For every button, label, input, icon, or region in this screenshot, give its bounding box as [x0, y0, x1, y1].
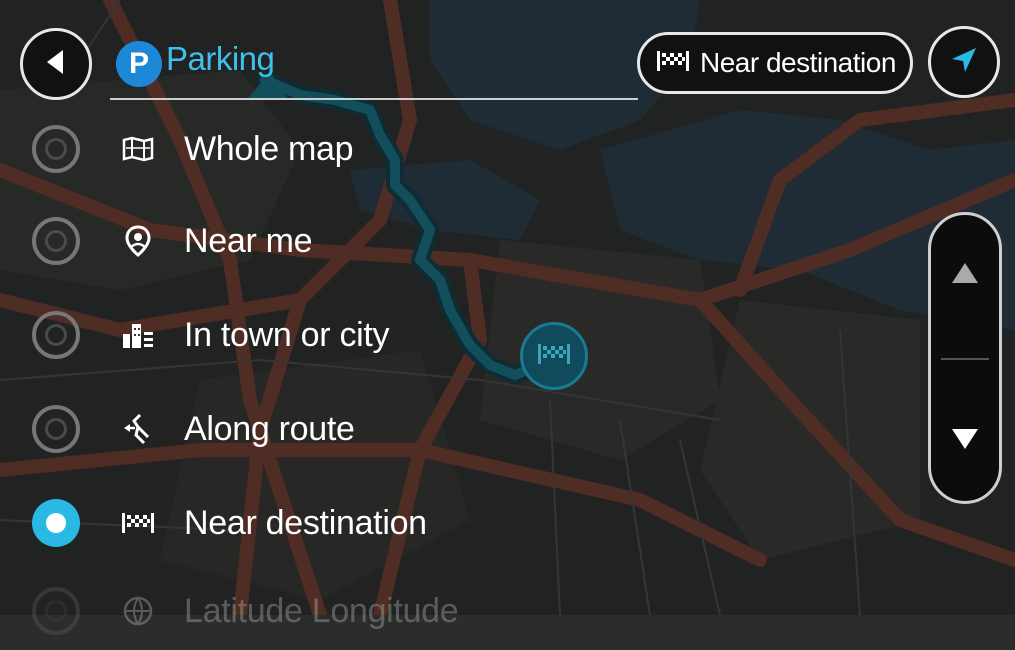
search-query-text[interactable]: Parking [166, 40, 275, 78]
option-near-me[interactable]: Near me [20, 202, 900, 280]
chevron-down-icon [950, 427, 980, 456]
checkered-flag-icon [656, 50, 690, 77]
globe-icon [118, 591, 158, 631]
radio-button[interactable] [32, 587, 80, 635]
option-along-route[interactable]: Along route [20, 390, 900, 468]
radio-button[interactable] [32, 217, 80, 265]
option-label: Near destination [184, 503, 427, 542]
list-scroll-control [928, 212, 1002, 504]
option-label: In town or city [184, 315, 390, 354]
scroll-down-button[interactable] [931, 381, 999, 501]
location-pin-icon [118, 221, 158, 261]
filter-label: Near destination [700, 47, 896, 78]
option-label: Along route [184, 409, 355, 448]
radio-button[interactable] [32, 405, 80, 453]
chevron-up-icon [950, 261, 980, 290]
current-location-button[interactable] [928, 26, 1000, 98]
checkered-flag-icon [118, 503, 158, 543]
scroll-divider [941, 358, 989, 360]
scroll-up-button[interactable] [931, 215, 999, 335]
radio-button-selected[interactable] [32, 499, 80, 547]
whole-map-icon [118, 129, 158, 169]
search-area-filter-button[interactable]: Near destination [637, 32, 913, 94]
radio-button[interactable] [32, 125, 80, 173]
option-near-destination[interactable]: Near destination [20, 484, 900, 562]
option-whole-map[interactable]: Whole map [20, 110, 900, 188]
back-arrow-icon [43, 48, 69, 81]
option-label: Latitude Longitude [184, 591, 459, 630]
back-button[interactable] [20, 28, 92, 100]
option-latitude-longitude[interactable]: Latitude Longitude [20, 572, 900, 650]
parking-category-icon: P [116, 41, 162, 87]
option-label: Whole map [184, 129, 354, 168]
option-in-town-or-city[interactable]: In town or city [20, 296, 900, 374]
city-buildings-icon [118, 315, 158, 355]
along-route-icon [118, 409, 158, 449]
option-label: Near me [184, 221, 313, 260]
navigation-arrow-icon [949, 45, 979, 80]
radio-button[interactable] [32, 311, 80, 359]
